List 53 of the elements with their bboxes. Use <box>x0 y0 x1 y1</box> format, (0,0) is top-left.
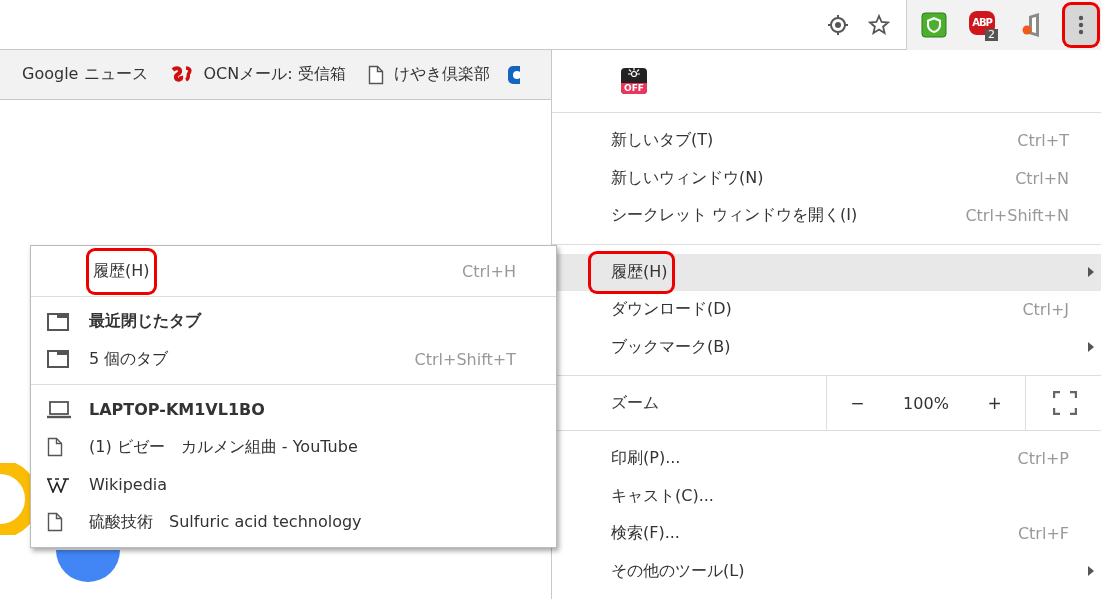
menu-item[interactable]: シークレット ウィンドウを開く(I) Ctrl+Shift+N <box>552 197 1101 235</box>
history-item[interactable]: (1) ビゼー カルメン組曲 - YouTube <box>89 436 556 458</box>
history-item[interactable]: Wikipedia <box>89 475 556 495</box>
menu-item-label: キャスト(C)... <box>611 485 715 507</box>
menu-item-label: ダウンロード(D) <box>611 299 733 321</box>
page-icon <box>47 437 63 458</box>
history-item[interactable]: LAPTOP-KM1VL1BO <box>89 400 556 420</box>
menu-item-label: その他のツール(L) <box>611 560 746 582</box>
tab-icon <box>47 350 69 369</box>
shortcut-label: Ctrl+Shift+N <box>965 206 1069 226</box>
page-icon <box>47 512 63 533</box>
shield-icon[interactable] <box>921 11 947 38</box>
menu-item-label: 検索(F)... <box>611 523 681 545</box>
shortcut-label: Ctrl+H <box>462 261 516 281</box>
shortcut-label: Ctrl+J <box>1022 300 1069 320</box>
bookmark-link[interactable]: けやき倶楽部 <box>393 64 490 85</box>
menu-item-label: 印刷(P)... <box>611 448 682 470</box>
shortcut-label: Ctrl+T <box>1017 131 1069 151</box>
submenu-arrow-icon <box>1087 266 1095 279</box>
menu-item[interactable]: 新しいウィンドウ(N) Ctrl+N <box>552 159 1101 197</box>
bookmark-star-icon[interactable] <box>868 13 890 36</box>
menu-item-label: シークレット ウィンドウを開く(I) <box>611 205 859 227</box>
fullscreen-icon[interactable] <box>1053 391 1077 415</box>
menu-item-label: ブックマーク(B) <box>611 336 732 358</box>
shortcut-label: Ctrl+P <box>1017 449 1069 469</box>
menu-item-label: ズーム <box>610 391 660 414</box>
shortcut-label: Ctrl+F <box>1017 524 1069 544</box>
bookmark-link[interactable]: OCNメール: 受信箱 <box>203 64 346 85</box>
menu-item-label: 新しいタブ(T) <box>611 130 715 152</box>
dots-icon <box>1078 14 1084 35</box>
light-off-icon[interactable]: OFF <box>621 68 647 94</box>
laptop-icon <box>47 400 71 419</box>
bookmark-link[interactable]: Google ニュース <box>22 64 148 85</box>
menu-item[interactable]: 新しいタブ(T) Ctrl+T <box>552 122 1101 160</box>
shortcut-label: Ctrl+N <box>1015 168 1069 188</box>
page-icon <box>367 64 384 85</box>
zoom-in-button[interactable]: + <box>979 389 1010 417</box>
history-item[interactable]: 5 個のタブ <box>89 348 415 370</box>
zoom-level: 100% <box>903 393 949 413</box>
tab-icon <box>47 312 69 331</box>
zoom-out-button[interactable]: − <box>842 389 873 417</box>
menu-button[interactable] <box>1065 4 1097 45</box>
menu-item[interactable]: その他のツール(L) <box>552 552 1101 590</box>
wiki-w-icon <box>47 476 71 493</box>
submenu-arrow-icon <box>1087 565 1095 578</box>
history-item[interactable]: 硫酸技術 Sulfuric acid technology <box>89 511 556 533</box>
location-icon[interactable] <box>827 13 849 36</box>
submenu-title[interactable]: 履歴(H) <box>89 250 154 292</box>
menu-item-label: 履歴(H) <box>591 253 672 291</box>
menu-item-label: 新しいウィンドウ(N) <box>611 167 765 189</box>
bookmark-icon[interactable] <box>507 63 520 86</box>
shortcut-label: Ctrl+Shift+T <box>414 349 516 369</box>
submenu-arrow-icon <box>1087 341 1095 354</box>
